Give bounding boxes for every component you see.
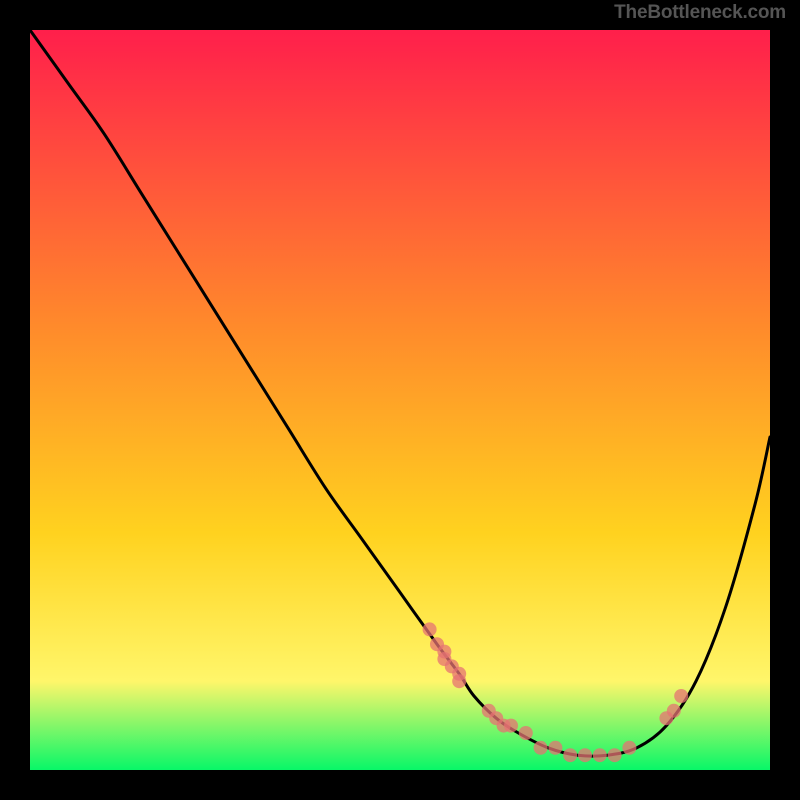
data-marker — [504, 719, 518, 733]
data-marker — [674, 689, 688, 703]
data-marker — [622, 741, 636, 755]
data-marker — [423, 622, 437, 636]
bottleneck-chart — [30, 30, 770, 770]
data-marker — [563, 748, 577, 762]
data-marker — [519, 726, 533, 740]
chart-container: TheBottleneck.com — [0, 0, 800, 800]
gradient-background — [30, 30, 770, 770]
data-marker — [593, 748, 607, 762]
data-marker — [578, 748, 592, 762]
data-marker — [452, 674, 466, 688]
attribution-label: TheBottleneck.com — [614, 2, 786, 24]
data-marker — [548, 741, 562, 755]
data-marker — [667, 704, 681, 718]
data-marker — [534, 741, 548, 755]
data-marker — [608, 748, 622, 762]
